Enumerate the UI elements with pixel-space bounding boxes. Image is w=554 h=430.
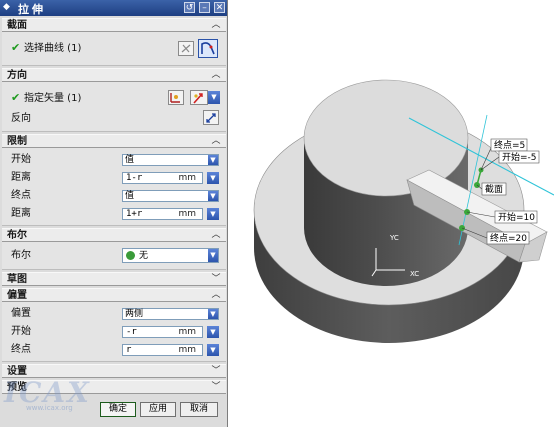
offset-type-select[interactable]: 两侧 ▼ (122, 308, 219, 320)
section-body-direction: ✔ 指定矢量 (1) ▼ 反向 (2, 82, 226, 132)
dropdown-arrow-icon: ▼ (208, 191, 218, 201)
chevron-up-icon: ︿ (211, 230, 221, 240)
offset-start-label: 开始 (11, 326, 31, 337)
dropdown-arrow-icon: ▼ (208, 249, 218, 262)
end-distance-menu-arrow[interactable]: ▼ (207, 208, 219, 220)
boolean-select[interactable]: 无 ▼ (122, 248, 219, 263)
extrude-dialog: ◆ 拉伸 ↺ – ✕ 截面 ︿ ✔ 选择曲线 (1) 方向 ︿ ✔ 指定矢量 (… (0, 0, 228, 427)
section-header-offset[interactable]: 偏置 ︿ (2, 288, 226, 302)
chevron-down-icon: ﹀ (211, 366, 221, 376)
offset-end-menu-arrow[interactable]: ▼ (207, 344, 219, 356)
limit-start-distance-label: 距离 (11, 172, 31, 183)
limit-end-distance-label: 距离 (11, 208, 31, 219)
svg-text:XC: XC (410, 270, 419, 278)
chevron-down-icon: ﹀ (211, 274, 221, 284)
specify-vector-label[interactable]: 指定矢量 (1) (24, 93, 81, 105)
cancel-button[interactable]: 取消 (180, 402, 218, 417)
limit-end-label: 终点 (11, 190, 31, 201)
label-end-point-bottom: 终点=20 (486, 231, 530, 245)
svg-text:开始=10: 开始=10 (498, 211, 535, 223)
chevron-down-icon: ﹀ (211, 382, 221, 392)
check-icon: ✔ (11, 41, 21, 54)
chevron-up-icon: ︿ (211, 70, 221, 80)
infer-vector-icon[interactable] (190, 90, 208, 105)
select-curve-label[interactable]: 选择曲线 (1) (24, 43, 81, 55)
offset-start-menu-arrow[interactable]: ▼ (207, 326, 219, 338)
boolean-label: 布尔 (11, 250, 31, 261)
svg-text:截面: 截面 (485, 183, 503, 195)
offset-end-label: 终点 (11, 344, 31, 355)
section-header-direction[interactable]: 方向 ︿ (2, 68, 226, 82)
apply-button[interactable]: 应用 (140, 402, 176, 417)
label-start-top: 开始=-5 (498, 150, 540, 164)
close-icon[interactable]: ✕ (214, 2, 225, 13)
vector-dropdown-arrow[interactable]: ▼ (208, 91, 220, 104)
offset-type-label: 偏置 (11, 308, 31, 319)
section-header-section[interactable]: 截面 ︿ (2, 18, 226, 32)
label-end-point-top: 终点=5 (490, 138, 528, 152)
limit-start-select[interactable]: 值 ▼ (122, 154, 219, 166)
section-header-boolean[interactable]: 布尔 ︿ (2, 228, 226, 242)
dropdown-arrow-icon: ▼ (208, 309, 218, 319)
reverse-direction-icon[interactable] (203, 110, 219, 125)
section-header-limits[interactable]: 限制 ︿ (2, 134, 226, 148)
chevron-up-icon: ︿ (211, 290, 221, 300)
limit-start-distance-field[interactable]: 1-r mm (122, 172, 203, 184)
label-section: 截面 (481, 182, 507, 196)
ok-button[interactable]: 确定 (100, 402, 136, 417)
boolean-none-icon (126, 251, 135, 260)
section-body-boolean: 布尔 无 ▼ (2, 242, 226, 270)
model-canvas: 终点=5 开始=-5 截面 开始=10 终点=20 YC XC (253, 79, 554, 343)
limit-end-select[interactable]: 值 ▼ (122, 190, 219, 202)
vector-dialog-icon[interactable] (168, 90, 184, 105)
graphics-viewport[interactable]: 终点=5 开始=-5 截面 开始=10 终点=20 YC XC (229, 0, 554, 427)
section-body-limits: 开始 值 ▼ 距离 1-r mm ▼ 终点 值 ▼ 距离 1+r mm ▼ (2, 148, 226, 226)
dialog-title: 拉伸 (18, 3, 46, 16)
chevron-up-icon: ︿ (211, 20, 221, 30)
offset-end-field[interactable]: r mm (122, 344, 203, 356)
reverse-label: 反向 (11, 113, 31, 124)
svg-text:终点=5: 终点=5 (494, 139, 525, 151)
check-icon: ✔ (11, 91, 21, 104)
svg-text:开始=-5: 开始=-5 (502, 151, 537, 163)
offset-start-field[interactable]: -r mm (122, 326, 203, 338)
svg-text:终点=20: 终点=20 (490, 232, 527, 244)
limit-end-distance-field[interactable]: 1+r mm (122, 208, 203, 220)
watermark-url: www.icax.org (26, 404, 73, 412)
section-body-offset: 偏置 两侧 ▼ 开始 -r mm ▼ 终点 r mm ▼ (2, 302, 226, 362)
section-body-section: ✔ 选择曲线 (1) (2, 32, 226, 66)
chevron-up-icon: ︿ (211, 136, 221, 146)
curve-select-icon[interactable] (198, 39, 218, 58)
extrude-icon: ◆ (3, 2, 10, 12)
section-header-draft[interactable]: 草图 ﹀ (2, 272, 226, 286)
start-distance-menu-arrow[interactable]: ▼ (207, 172, 219, 184)
svg-text:YC: YC (389, 234, 399, 242)
reset-icon[interactable]: ↺ (184, 2, 195, 13)
sketch-section-icon[interactable] (178, 41, 194, 56)
dropdown-arrow-icon: ▼ (208, 155, 218, 165)
minimize-icon[interactable]: – (199, 2, 210, 13)
dialog-titlebar: ◆ 拉伸 ↺ – ✕ (0, 0, 227, 16)
limit-start-label: 开始 (11, 154, 31, 165)
label-start-bottom: 开始=10 (494, 210, 538, 224)
